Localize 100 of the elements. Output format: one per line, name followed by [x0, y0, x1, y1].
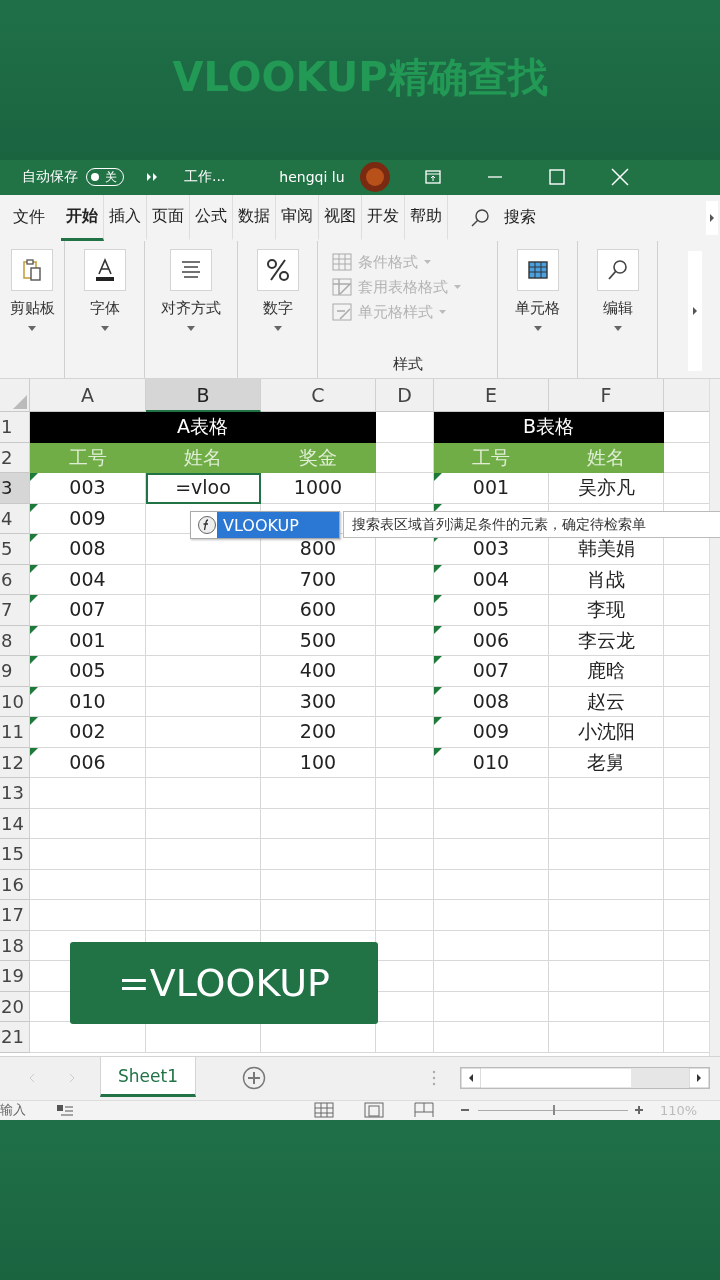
- row-header[interactable]: 4: [0, 503, 30, 535]
- scroll-right-icon[interactable]: [706, 200, 718, 235]
- caret-icon[interactable]: [613, 325, 622, 331]
- cell-value: 009: [69, 508, 106, 528]
- cell-style-icon: [332, 303, 352, 322]
- column-header[interactable]: E: [434, 379, 549, 413]
- ribbon-button[interactable]: [516, 248, 559, 291]
- ribbon-tab[interactable]: 开发: [362, 194, 405, 241]
- row-header[interactable]: 12: [0, 747, 30, 779]
- macro-record-icon[interactable]: [56, 1103, 74, 1118]
- horizontal-scrollbar[interactable]: [460, 1067, 710, 1090]
- ribbon-tab[interactable]: 页面: [147, 194, 190, 241]
- close-icon[interactable]: [610, 168, 629, 187]
- cell-value: 小沈阳: [577, 722, 635, 742]
- scroll-left-icon[interactable]: [461, 1068, 481, 1089]
- maximize-icon[interactable]: [548, 169, 565, 186]
- cell-value: 1000: [293, 478, 343, 498]
- cell-value: 赵云: [587, 691, 625, 711]
- ribbon-tab[interactable]: 文件: [8, 194, 61, 241]
- document-title: 工作...: [184, 168, 226, 187]
- group-label[interactable]: 对齐方式: [161, 298, 221, 318]
- cell-value: 007: [69, 600, 106, 620]
- column-header[interactable]: C: [261, 379, 376, 413]
- row-header[interactable]: 13: [0, 778, 30, 809]
- add-sheet-icon[interactable]: [242, 1066, 266, 1091]
- more-icon[interactable]: [146, 172, 158, 183]
- cell-value: 500: [299, 630, 337, 650]
- row-header[interactable]: 6: [0, 564, 30, 596]
- percent-icon: [264, 256, 291, 283]
- cell-input[interactable]: =vloo: [175, 478, 231, 498]
- group-label[interactable]: 单元格: [515, 298, 560, 318]
- cell-value: 400: [299, 661, 337, 681]
- ribbon-button[interactable]: [83, 248, 126, 291]
- column-header[interactable]: F: [549, 379, 664, 413]
- row-header[interactable]: 9: [0, 656, 30, 687]
- user-name[interactable]: hengqi lu: [279, 169, 345, 186]
- row-header[interactable]: 5: [0, 534, 30, 565]
- vertical-scrollbar[interactable]: [709, 379, 720, 1057]
- table-title: A表格: [30, 412, 376, 443]
- zoom-in-icon[interactable]: [634, 1105, 644, 1116]
- search-icon[interactable]: [470, 207, 490, 228]
- ribbon-tab[interactable]: 审阅: [276, 194, 319, 241]
- column-header[interactable]: B: [146, 379, 261, 413]
- search-label[interactable]: 搜索: [504, 207, 536, 229]
- table-cell: [376, 869, 434, 901]
- caret-icon[interactable]: [273, 325, 282, 331]
- row-header[interactable]: 17: [0, 900, 30, 931]
- row-header[interactable]: 11: [0, 717, 30, 748]
- cell-value: 004: [69, 569, 106, 589]
- caret-icon[interactable]: [28, 325, 36, 331]
- cell-value: 老舅: [587, 752, 625, 772]
- row-header[interactable]: 15: [0, 839, 30, 870]
- cell-value: 007: [472, 661, 510, 681]
- row-header[interactable]: 10: [0, 686, 30, 718]
- row-header[interactable]: 21: [0, 1022, 30, 1053]
- row-header[interactable]: 16: [0, 869, 30, 901]
- row-header[interactable]: 8: [0, 625, 30, 657]
- column-label: 姓名: [587, 447, 625, 467]
- zoom-slider[interactable]: [478, 1105, 628, 1116]
- cell-value: 李云龙: [577, 630, 635, 650]
- group-label[interactable]: 字体: [89, 298, 120, 318]
- row-header[interactable]: 19: [0, 961, 30, 992]
- page-break-icon[interactable]: [414, 1102, 434, 1119]
- row-header[interactable]: 3: [0, 473, 30, 504]
- cell-value: 100: [299, 752, 337, 772]
- active-cell[interactable]: =vloo: [146, 473, 261, 504]
- group-label[interactable]: 数字: [262, 298, 293, 318]
- caption-overlay: =VLOOKUP: [70, 942, 378, 1025]
- page-layout-icon[interactable]: [364, 1102, 384, 1119]
- normal-view-icon[interactable]: [314, 1102, 334, 1119]
- ribbon-tab[interactable]: 视图: [319, 194, 362, 241]
- caret-icon[interactable]: [187, 325, 195, 331]
- group-label[interactable]: 剪贴板: [9, 298, 55, 318]
- column-header[interactable]: A: [30, 379, 146, 413]
- group-label: 样式: [392, 355, 423, 376]
- sheet-tab[interactable]: Sheet1: [100, 1057, 196, 1098]
- ribbon-tab[interactable]: 插入: [104, 194, 147, 241]
- cell-value: 001: [472, 478, 510, 498]
- scroll-right-icon[interactable]: [689, 1068, 709, 1089]
- cell-value: 006: [472, 630, 510, 650]
- table-cell: [376, 808, 434, 840]
- row-header[interactable]: 18: [0, 930, 30, 962]
- ribbon-tab[interactable]: 帮助: [405, 194, 448, 241]
- caret-icon[interactable]: [533, 325, 542, 331]
- ribbon-button[interactable]: [256, 248, 299, 291]
- ribbon-tab[interactable]: 公式: [190, 194, 233, 241]
- row-header[interactable]: 14: [0, 808, 30, 840]
- ribbon-tab[interactable]: 数据: [233, 194, 276, 241]
- row-header[interactable]: 1: [0, 412, 30, 443]
- row-header[interactable]: 7: [0, 595, 30, 626]
- group-label[interactable]: 编辑: [602, 298, 633, 318]
- column-header[interactable]: D: [376, 379, 434, 413]
- cell-value: 006: [69, 752, 106, 772]
- ribbon-display-icon[interactable]: [424, 170, 441, 185]
- table-style-icon: [332, 278, 352, 297]
- autocomplete-item[interactable]: VLOOKUP: [217, 512, 339, 539]
- row-header[interactable]: 2: [0, 442, 30, 474]
- row-header[interactable]: 20: [0, 991, 30, 1023]
- caret-icon[interactable]: [100, 325, 109, 331]
- ribbon-button[interactable]: [596, 248, 639, 291]
